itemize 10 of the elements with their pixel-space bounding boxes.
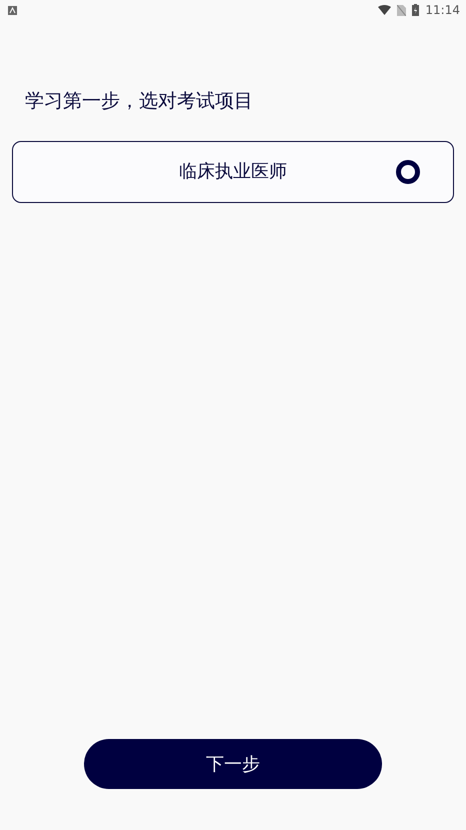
option-label: 临床执业医师 [179,160,287,184]
notification-icon [8,6,17,14]
wifi-icon [378,5,392,15]
radio-button[interactable] [396,160,420,184]
next-button[interactable]: 下一步 [84,739,382,789]
no-sim-icon [397,4,406,16]
page-heading: 学习第一步，选对考试项目 [25,90,254,113]
battery-icon [412,4,420,16]
option-card[interactable]: 临床执业医师 [12,140,454,203]
clock-time: 11:14 [425,2,460,19]
